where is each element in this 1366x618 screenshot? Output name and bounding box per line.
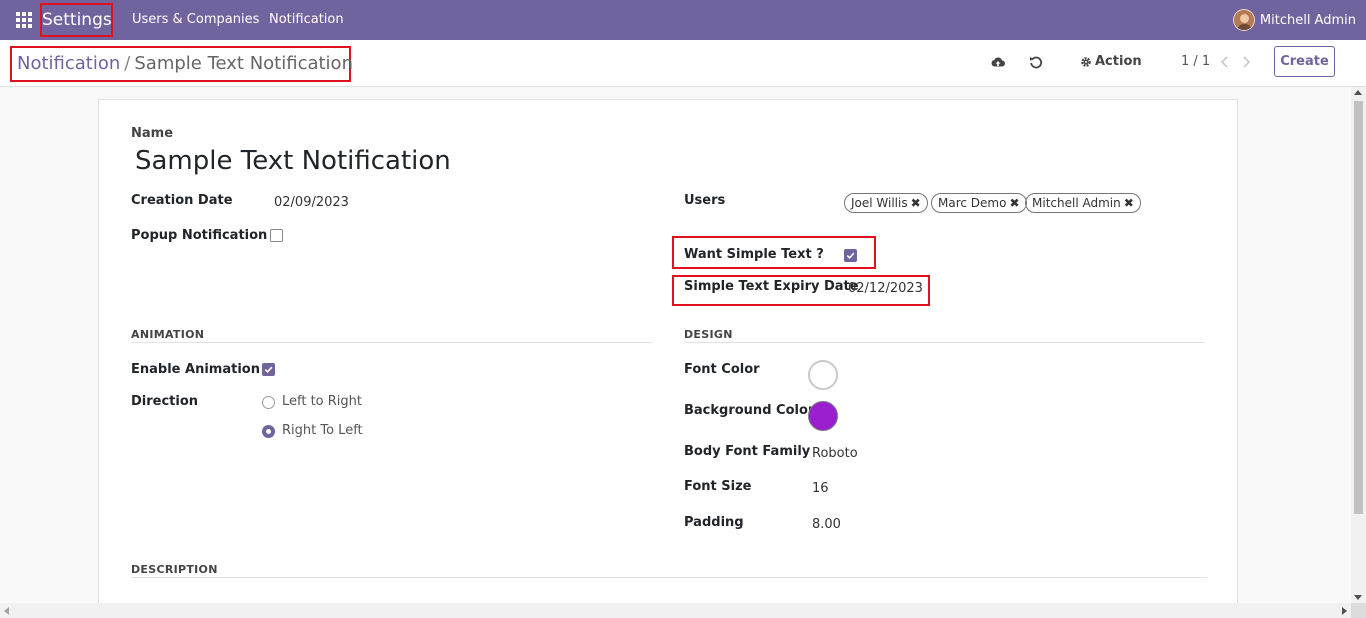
checkmark-icon (846, 252, 855, 259)
user-tag-label: Mitchell Admin (1032, 196, 1121, 210)
user-tag-mitchell-admin: Mitchell Admin ✖ (1025, 193, 1141, 213)
chevron-right-icon[interactable] (1240, 55, 1252, 69)
simple-text-expiry-value[interactable]: 02/12/2023 (848, 281, 923, 296)
design-section-title: DESIGN (684, 328, 733, 341)
menu-users-companies[interactable]: Users & Companies (132, 0, 259, 40)
scrollbar-thumb[interactable] (1354, 101, 1363, 514)
body-font-family-label: Body Font Family (684, 444, 811, 459)
body-font-family-value[interactable]: Roboto (812, 446, 858, 461)
user-tag-label: Marc Demo (938, 196, 1007, 210)
app-brand-settings[interactable]: Settings (40, 3, 113, 37)
menu-notification[interactable]: Notification (269, 0, 344, 40)
top-navbar: Settings Users & Companies Notification … (0, 0, 1366, 40)
font-color-swatch[interactable] (808, 360, 838, 390)
want-simple-text-checkbox[interactable] (844, 249, 857, 262)
remove-tag-icon[interactable]: ✖ (1124, 196, 1134, 210)
remove-tag-icon[interactable]: ✖ (911, 196, 921, 210)
scroll-right-icon[interactable] (1342, 607, 1347, 615)
create-button[interactable]: Create (1274, 46, 1335, 77)
pager-value[interactable]: 1 / 1 (1181, 52, 1210, 72)
popup-notification-checkbox[interactable] (270, 229, 283, 242)
radio-left-to-right-label[interactable]: Left to Right (282, 394, 362, 409)
name-field[interactable]: Sample Text Notification (135, 146, 451, 176)
users-label: Users (684, 193, 726, 208)
apps-menu-icon[interactable] (16, 12, 32, 28)
horizontal-scrollbar[interactable] (0, 603, 1351, 618)
breadcrumb-current: Sample Text Notification (134, 53, 353, 74)
user-name: Mitchell Admin (1259, 12, 1356, 28)
checkmark-icon (264, 366, 273, 373)
font-size-label: Font Size (684, 479, 752, 494)
user-tag-joel-willis: Joel Willis ✖ (844, 193, 928, 213)
enable-animation-checkbox[interactable] (262, 363, 275, 376)
breadcrumb-separator: / (124, 53, 131, 74)
gear-icon (1081, 57, 1091, 67)
action-label: Action (1095, 54, 1142, 69)
radio-left-to-right[interactable] (262, 396, 275, 409)
padding-value[interactable]: 8.00 (812, 517, 841, 532)
simple-text-expiry-label: Simple Text Expiry Date (684, 279, 859, 294)
animation-divider (131, 342, 652, 343)
description-divider (131, 577, 1207, 578)
animation-section-title: ANIMATION (131, 328, 205, 341)
popup-notification-label: Popup Notification ? (131, 228, 280, 243)
breadcrumb-parent-link[interactable]: Notification (17, 53, 120, 74)
radio-right-to-left[interactable] (262, 425, 275, 438)
breadcrumb: Notification / Sample Text Notification (10, 46, 353, 82)
enable-animation-label: Enable Animation ? (131, 362, 273, 377)
chevron-left-icon[interactable] (1219, 55, 1231, 69)
radio-right-to-left-label[interactable]: Right To Left (282, 423, 363, 438)
user-tag-label: Joel Willis (851, 196, 908, 210)
description-section-title: DESCRIPTION (131, 563, 218, 576)
discard-refresh-icon[interactable] (1028, 54, 1044, 70)
padding-label: Padding (684, 515, 744, 530)
font-size-value[interactable]: 16 (812, 481, 829, 496)
cloud-upload-icon[interactable] (990, 54, 1006, 70)
creation-date-value: 02/09/2023 (274, 195, 349, 210)
remove-tag-icon[interactable]: ✖ (1009, 196, 1019, 210)
direction-label: Direction (131, 394, 199, 409)
control-panel: Notification / Sample Text Notification Ac… (0, 40, 1366, 87)
name-label: Name (131, 126, 174, 141)
form-sheet: Name Sample Text Notification Creation D… (98, 99, 1238, 603)
action-menu-button[interactable]: Action (1080, 52, 1142, 72)
font-color-label: Font Color (684, 362, 760, 377)
background-color-label: Background Color (684, 403, 815, 418)
avatar (1232, 9, 1255, 31)
vertical-scrollbar[interactable] (1351, 87, 1366, 603)
user-tag-marc-demo: Marc Demo ✖ (931, 193, 1027, 213)
want-simple-text-label: Want Simple Text ? (684, 247, 824, 262)
creation-date-label: Creation Date (131, 193, 233, 208)
user-menu[interactable]: Mitchell Admin (1232, 0, 1356, 40)
scroll-left-icon[interactable] (4, 607, 9, 615)
scroll-down-icon[interactable] (1354, 595, 1362, 600)
background-color-swatch[interactable] (808, 401, 838, 431)
scroll-up-icon[interactable] (1354, 90, 1362, 95)
scrollbar-corner (1351, 603, 1366, 618)
design-divider (684, 342, 1205, 343)
